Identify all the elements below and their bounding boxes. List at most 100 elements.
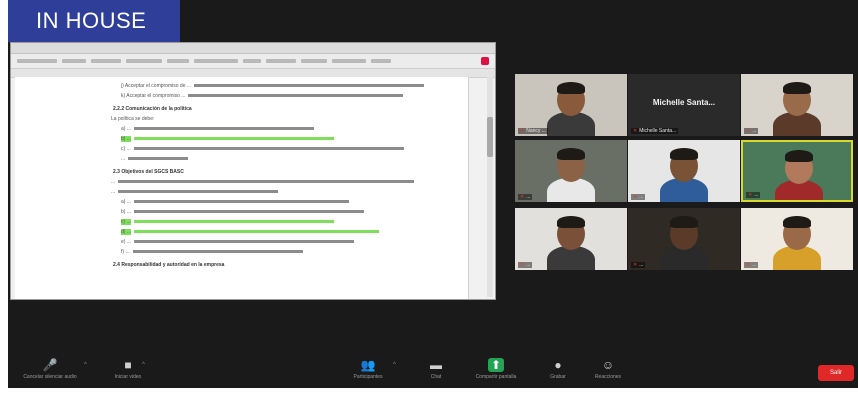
muted-mic-icon: ✕ bbox=[520, 194, 525, 200]
participant-name: ... bbox=[752, 128, 757, 134]
participant-tile[interactable]: ✕... bbox=[628, 208, 740, 270]
document-text-run bbox=[134, 240, 355, 244]
participants-icon: 👥 bbox=[360, 358, 376, 372]
document-line-text: d) ... bbox=[121, 229, 132, 235]
document-line: a) ... bbox=[15, 126, 468, 133]
record-button[interactable]: ● Grabar bbox=[536, 358, 580, 388]
document-line: 2.2.2 Comunicación de la política bbox=[15, 106, 468, 113]
participants-options-chevron-icon[interactable]: ^ bbox=[393, 362, 396, 368]
participant-name: ... bbox=[752, 262, 757, 268]
document-text-run bbox=[118, 180, 415, 184]
document-line: f) ... bbox=[15, 249, 468, 256]
document-line: e) ... bbox=[15, 239, 468, 246]
participant-name-label: ✕... bbox=[518, 262, 533, 268]
participant-tile[interactable]: ✕... bbox=[515, 208, 627, 270]
participant-name-label: ✕... bbox=[744, 128, 759, 134]
document-text-run bbox=[134, 210, 365, 214]
document-line: b) ... bbox=[15, 209, 468, 216]
reactions-button[interactable]: ☺ Reacciones bbox=[586, 358, 630, 388]
mute-label: Cancelar silenciar audio bbox=[23, 374, 77, 380]
document-line: k) Acceptar el compromiso ... bbox=[15, 93, 468, 100]
document-line: 2.3 Objetivos del SGCS BASC bbox=[15, 169, 468, 176]
shared-window-toolbar bbox=[11, 54, 495, 69]
document-line: c) ... bbox=[15, 146, 468, 153]
participant-tile[interactable]: ✕... bbox=[741, 74, 853, 136]
video-label: Iniciar video bbox=[114, 374, 142, 380]
close-icon[interactable] bbox=[481, 57, 489, 65]
muted-mic-icon: ✕ bbox=[746, 128, 751, 134]
chat-label: Chat bbox=[430, 374, 442, 380]
participant-name: Michelle Santa... bbox=[639, 128, 677, 134]
participant-name: ... bbox=[526, 194, 531, 200]
reactions-icon: ☺ bbox=[601, 358, 615, 372]
share-button[interactable]: ⬆ Compartir pantalla bbox=[474, 358, 518, 388]
document-line: ... bbox=[15, 189, 468, 196]
mute-button[interactable]: 🎤 Cancelar silenciar audio bbox=[23, 358, 76, 388]
document-line: 2.4 Responsabilidad y autoridad en la em… bbox=[15, 262, 468, 269]
participant-name: Nancy ... bbox=[526, 128, 546, 134]
participant-name-label: ✕... bbox=[744, 262, 759, 268]
document-text-run bbox=[134, 137, 335, 141]
document-text-run bbox=[132, 250, 303, 254]
share-label: Compartir pantalla bbox=[475, 374, 517, 380]
document-line-text: 2.4 Responsabilidad y autoridad en la em… bbox=[113, 262, 225, 268]
document-page: j) Acceptar el compromiso de ... k) Accep… bbox=[15, 77, 469, 299]
document-line: La política se debe: bbox=[15, 116, 468, 123]
document-line: c) ... bbox=[15, 219, 468, 226]
participant-tile[interactable]: ✕... bbox=[515, 140, 627, 202]
document-text-run bbox=[128, 157, 189, 161]
shared-window-titlebar bbox=[11, 43, 495, 54]
chat-icon: ▬ bbox=[430, 358, 442, 372]
participant-tile[interactable]: ✕... bbox=[628, 140, 740, 202]
end-meeting-label: Salir bbox=[829, 370, 842, 376]
participant-tile[interactable]: Michelle Santa... ✕ Michelle Santa... bbox=[628, 74, 740, 136]
share-icon: ⬆ bbox=[487, 358, 505, 372]
document-scrollbar[interactable] bbox=[487, 77, 493, 297]
document-text-run bbox=[118, 190, 279, 194]
participant-hair bbox=[670, 148, 698, 160]
document-text-run bbox=[134, 127, 315, 131]
participant-name-label: ✕... bbox=[631, 194, 646, 200]
participant-tile[interactable]: ✕... bbox=[741, 140, 853, 202]
muted-mic-icon: ✕ bbox=[633, 262, 638, 268]
muted-mic-icon: ✕ bbox=[520, 262, 525, 268]
muted-mic-icon: ✕ bbox=[746, 262, 751, 268]
document-line-text: a) ... bbox=[121, 126, 132, 132]
participant-name: ... bbox=[639, 194, 644, 200]
scrollbar-thumb[interactable] bbox=[487, 117, 493, 157]
document-line: a) ... bbox=[15, 199, 468, 206]
document-line-text: ... bbox=[111, 179, 116, 185]
in-house-badge-label: IN HOUSE bbox=[36, 8, 147, 33]
document-line-text: 2.3 Objetivos del SGCS BASC bbox=[113, 169, 184, 175]
mute-icon: 🎤 bbox=[42, 358, 58, 372]
video-options-chevron-icon[interactable]: ^ bbox=[142, 362, 145, 368]
participant-name-label: ✕ Michelle Santa... bbox=[631, 128, 679, 134]
participant-tile[interactable]: ✕ Nancy ... bbox=[515, 74, 627, 136]
participants-label: Participantes bbox=[353, 374, 383, 380]
record-label: Grabar bbox=[550, 374, 566, 380]
document-line: d) ... bbox=[15, 229, 468, 236]
document-line: ... bbox=[15, 156, 468, 163]
document-line-text: a) ... bbox=[121, 199, 132, 205]
document-line-text: ... bbox=[111, 189, 116, 195]
participant-tile[interactable]: ✕... bbox=[741, 208, 853, 270]
document-line-text: La política se debe: bbox=[111, 116, 155, 122]
document-line: j) Acceptar el compromiso de ... bbox=[15, 83, 468, 90]
participant-name-label: ✕... bbox=[518, 194, 533, 200]
document-text-run bbox=[134, 230, 380, 234]
end-meeting-button[interactable]: Salir bbox=[818, 365, 854, 381]
chat-button[interactable]: ▬ Chat bbox=[414, 358, 458, 388]
document-line-text: e) ... bbox=[121, 239, 132, 245]
document-text-run bbox=[133, 220, 334, 224]
document-line-text: f) ... bbox=[121, 249, 130, 255]
document-text-run bbox=[134, 200, 350, 204]
shared-screen[interactable]: j) Acceptar el compromiso de ... k) Accep… bbox=[10, 42, 496, 300]
document-line-text: 2.2.2 Comunicación de la política bbox=[113, 106, 192, 112]
participant-hair bbox=[785, 150, 813, 162]
participants-button[interactable]: 👥 Participantes bbox=[346, 358, 390, 388]
participant-hair bbox=[783, 216, 811, 228]
audio-options-chevron-icon[interactable]: ^ bbox=[84, 362, 87, 368]
participant-hair bbox=[557, 148, 585, 160]
record-icon: ● bbox=[554, 358, 562, 372]
document-line-text: b) ... bbox=[121, 209, 132, 215]
